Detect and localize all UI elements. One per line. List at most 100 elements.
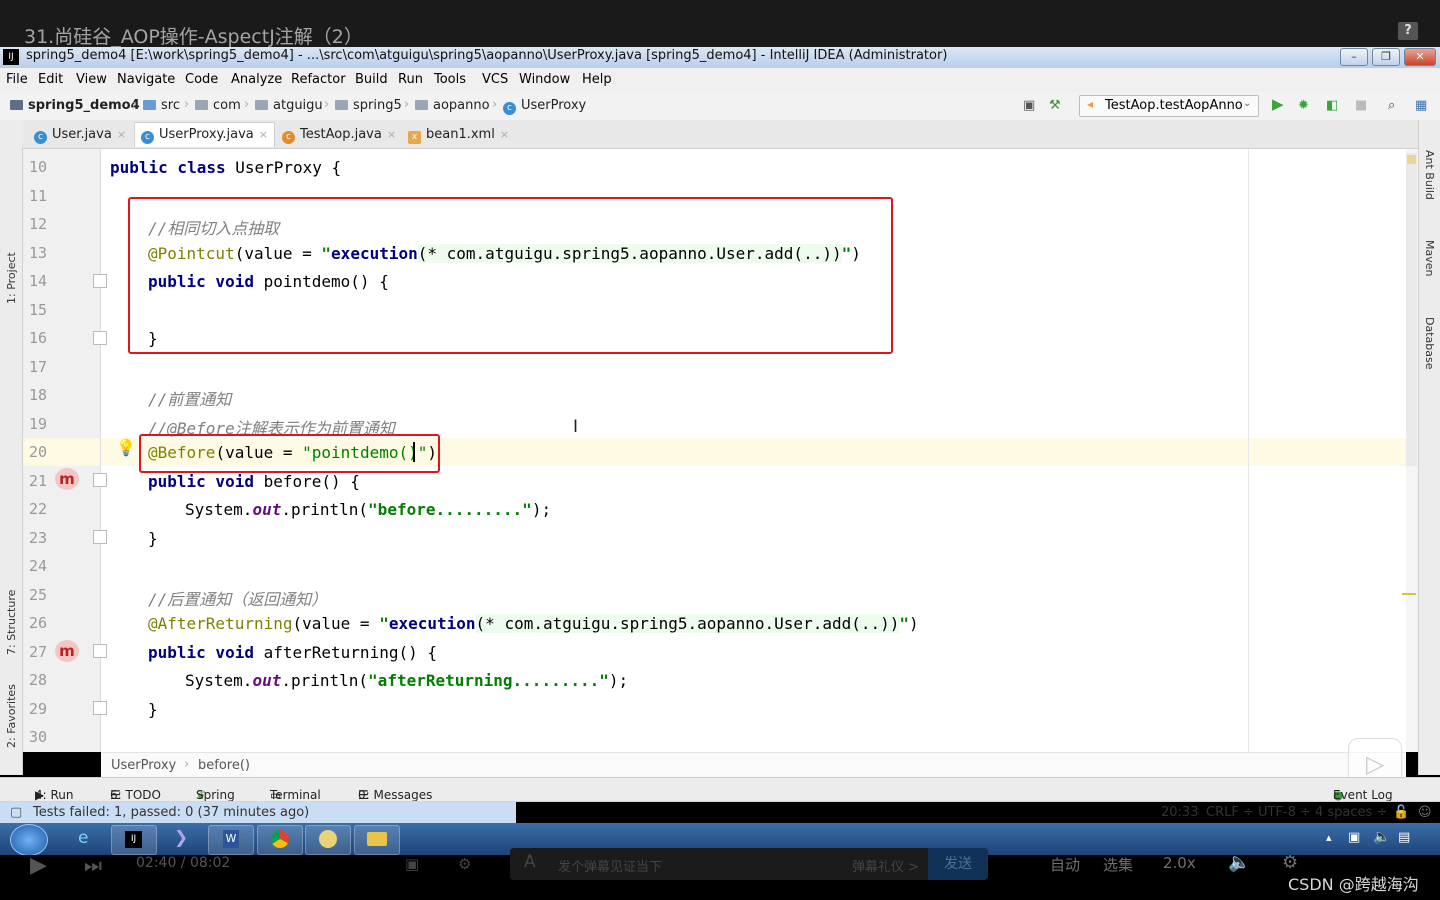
- word-taskbar-icon[interactable]: W: [208, 825, 254, 855]
- tray-arrow-icon[interactable]: ▴: [1326, 831, 1332, 844]
- network-icon[interactable]: ▤: [1398, 830, 1410, 845]
- send-button[interactable]: 发送: [928, 848, 988, 880]
- breadcrumb-aopanno[interactable]: aopanno: [415, 98, 490, 113]
- auto-quality-button[interactable]: 自动: [1050, 854, 1080, 875]
- status-message[interactable]: Tests failed: 1, passed: 0 (37 minutes a…: [33, 805, 309, 820]
- menu-help[interactable]: Help: [582, 72, 612, 87]
- menu-refactor[interactable]: Refactor: [291, 72, 346, 87]
- explorer-taskbar-icon[interactable]: [354, 825, 400, 855]
- browser-taskbar-icon[interactable]: [305, 825, 351, 855]
- breadcrumb-atguigu[interactable]: atguigu: [255, 98, 323, 113]
- method-advice-icon[interactable]: m: [55, 640, 79, 662]
- close-tab-icon[interactable]: ×: [500, 128, 509, 141]
- line-number: 19: [29, 415, 48, 433]
- menu-edit[interactable]: Edit: [38, 72, 63, 87]
- breadcrumb-userproxy[interactable]: c UserProxy: [503, 98, 586, 115]
- menu-view[interactable]: View: [76, 72, 107, 87]
- editor-scrollbar[interactable]: [1402, 149, 1418, 752]
- inspector-icon[interactable]: ☺: [1418, 805, 1432, 820]
- tool-maven[interactable]: Maven: [1423, 240, 1436, 276]
- run-icon[interactable]: ▶: [1272, 95, 1284, 113]
- scroll-thumb[interactable]: [1406, 153, 1417, 466]
- tab-userproxy-java[interactable]: c UserProxy.java ×: [134, 122, 275, 147]
- danmaku-etiquette-link[interactable]: 弹幕礼仪 >: [852, 856, 919, 875]
- danmaku-input[interactable]: A 发个弹幕见证当下 弹幕礼仪 >: [510, 848, 988, 880]
- close-button[interactable]: ✕: [1404, 48, 1436, 66]
- tool-project[interactable]: 1: Project: [5, 252, 18, 304]
- danmaku-style-icon[interactable]: A: [524, 852, 536, 872]
- tray-device-icon[interactable]: ▣: [1348, 830, 1360, 845]
- menu-window[interactable]: Window: [519, 72, 570, 87]
- debug-icon[interactable]: ✹: [1298, 98, 1309, 113]
- close-tab-icon[interactable]: ×: [117, 128, 126, 141]
- stop-icon[interactable]: ■: [1355, 98, 1367, 113]
- tab-bean1-xml[interactable]: x bean1.xml ×: [402, 123, 515, 147]
- code-token: System.: [185, 500, 253, 519]
- next-icon[interactable]: ⏭: [84, 853, 102, 877]
- speed-button[interactable]: 2.0x: [1163, 854, 1196, 872]
- settings-icon[interactable]: ⚙: [1282, 852, 1298, 873]
- tab-testaop-java[interactable]: c TestAop.java ×: [276, 123, 402, 147]
- lock-icon[interactable]: 🔓: [1393, 805, 1409, 820]
- line-number: 12: [29, 215, 48, 233]
- danmaku-settings-icon[interactable]: ⚙: [458, 855, 471, 873]
- tool-database[interactable]: Database: [1423, 317, 1436, 370]
- volume-icon[interactable]: 🔈: [1373, 829, 1390, 845]
- indent-selector[interactable]: 4 spaces ÷: [1315, 805, 1387, 820]
- help-icon[interactable]: ?: [1398, 22, 1418, 40]
- minimize-button[interactable]: –: [1340, 48, 1368, 66]
- caret-position[interactable]: 20:33: [1161, 805, 1198, 820]
- app-taskbar-icon[interactable]: ❯: [160, 825, 204, 853]
- tool-favorites[interactable]: 2: Favorites: [5, 684, 18, 748]
- breadcrumb-class[interactable]: UserProxy: [111, 758, 176, 773]
- start-button[interactable]: [10, 824, 48, 856]
- maximize-button[interactable]: ❐: [1372, 48, 1400, 66]
- menu-analyze[interactable]: Analyze: [231, 72, 282, 87]
- close-tab-icon[interactable]: ×: [259, 128, 268, 141]
- project-structure-icon[interactable]: ▣: [1023, 98, 1035, 113]
- breadcrumb-separator: ›: [184, 97, 190, 112]
- tab-user-java[interactable]: c User.java ×: [28, 123, 132, 147]
- menu-vcs[interactable]: VCS: [482, 72, 508, 87]
- editor-breadcrumb: UserProxy › before(): [101, 752, 1406, 778]
- encoding-selector[interactable]: UTF-8 ÷: [1258, 805, 1311, 820]
- chrome-taskbar-icon[interactable]: [257, 825, 303, 855]
- tool-window-bar: ▶ 4: Run ☰ 6: TODO ❦ Spring ▭ Terminal ☰…: [0, 777, 1440, 802]
- tool-structure[interactable]: 7: Structure: [5, 590, 18, 655]
- folder-icon: [367, 832, 387, 846]
- breadcrumb-spring5[interactable]: spring5: [335, 98, 402, 113]
- build-hammer-icon[interactable]: ⚒: [1049, 98, 1061, 113]
- breadcrumb-method[interactable]: before(): [198, 758, 250, 773]
- menu-code[interactable]: Code: [185, 72, 218, 87]
- tool-ant-build[interactable]: Ant Build: [1423, 150, 1436, 200]
- play-icon[interactable]: ▶: [30, 853, 47, 878]
- editor-tabs: c User.java × c UserProxy.java × c TestAop.ja…: [22, 120, 1418, 149]
- menu-build[interactable]: Build: [355, 72, 388, 87]
- method-advice-icon[interactable]: m: [55, 468, 79, 490]
- run-config-dropdown[interactable]: ◂ TestAop.testAopAnno ⌄: [1079, 95, 1259, 117]
- menu-navigate[interactable]: Navigate: [117, 72, 175, 87]
- breadcrumb-project[interactable]: spring5_demo4: [10, 98, 140, 113]
- menu-run[interactable]: Run: [398, 72, 423, 87]
- danmaku-toggle-icon[interactable]: ▣: [405, 855, 419, 873]
- code-token: ): [909, 614, 919, 633]
- close-tab-icon[interactable]: ×: [387, 128, 396, 141]
- search-icon[interactable]: ⌕: [1388, 98, 1395, 113]
- test-config-icon: ◂: [1087, 97, 1094, 111]
- intellij-taskbar-icon[interactable]: IJ: [111, 825, 157, 855]
- code-line-18: //前置通知: [148, 390, 232, 409]
- volume-icon[interactable]: 🔈: [1228, 852, 1250, 873]
- window-title: spring5_demo4 [E:\work\spring5_demo4] - …: [26, 48, 948, 63]
- code-token: out: [252, 671, 282, 690]
- code-token: System.: [185, 671, 253, 690]
- ie-taskbar-icon[interactable]: e: [64, 825, 108, 853]
- line-separator-selector[interactable]: CRLF ÷: [1206, 805, 1254, 820]
- status-window-icon[interactable]: ▢: [10, 805, 22, 820]
- breadcrumb-src[interactable]: src: [143, 98, 180, 113]
- menu-tools[interactable]: Tools: [434, 72, 466, 87]
- breadcrumb-com[interactable]: com: [195, 98, 241, 113]
- menu-file[interactable]: File: [6, 72, 28, 87]
- coverage-icon[interactable]: ◧: [1326, 98, 1338, 113]
- project-structure-dialog-icon[interactable]: ▦: [1415, 98, 1427, 113]
- episodes-button[interactable]: 选集: [1103, 854, 1133, 875]
